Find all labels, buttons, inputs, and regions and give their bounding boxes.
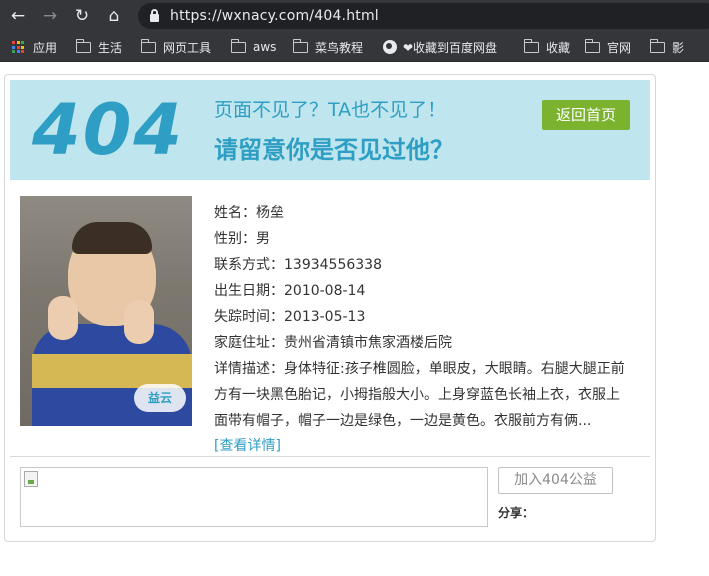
banner-subtitle: 页面不见了？TA也不见了！ xyxy=(214,99,447,121)
back-arrow-icon[interactable]: ← xyxy=(7,5,29,27)
home-icon[interactable]: ⌂ xyxy=(103,5,125,27)
info-contact: 联系方式：13934556338 xyxy=(214,257,382,273)
broken-image xyxy=(20,467,488,527)
info-name: 姓名：杨垒 xyxy=(214,205,284,221)
url-text[interactable]: https://wxnacy.com/404.html xyxy=(170,6,379,26)
bookmark-favorites[interactable]: 收藏 xyxy=(523,32,571,62)
bookmark-movie[interactable]: 影 xyxy=(649,32,685,62)
bookmark-web-tools[interactable]: 网页工具 xyxy=(140,32,212,62)
view-details-link[interactable]: [查看详情] xyxy=(214,436,281,456)
folder-icon xyxy=(75,38,91,53)
bookmark-label: 应用 xyxy=(33,40,58,55)
bookmark-label: 收藏 xyxy=(546,40,571,55)
forward-arrow-icon[interactable]: → xyxy=(39,5,61,27)
bookmark-label: 影 xyxy=(672,40,685,55)
folder-icon xyxy=(292,38,308,53)
broken-image-icon xyxy=(24,471,38,487)
bookmarks-bar: 应用 生活 网页工具 aws 菜鸟教程 ❤收藏到百度网盘 收藏 官网 影 xyxy=(0,32,709,62)
address-bar[interactable]: https://wxnacy.com/404.html xyxy=(138,3,709,29)
bookmark-aws[interactable]: aws xyxy=(230,32,277,62)
folder-icon xyxy=(523,38,539,53)
person-info: 姓名：杨垒 性别：男 联系方式：13934556338 出生日期：2010-08… xyxy=(214,200,634,434)
bookmark-apps[interactable]: 应用 xyxy=(12,32,57,62)
bookmark-label: aws xyxy=(253,40,277,54)
info-birth-date: 出生日期：2010-08-14 xyxy=(214,283,366,299)
bookmark-label: 网页工具 xyxy=(163,40,212,55)
bookmark-baidu-pan[interactable]: ❤收藏到百度网盘 xyxy=(383,32,497,62)
join-404-charity-button[interactable]: 加入404公益 xyxy=(498,467,613,494)
info-description-line: 方有一块黑色胎记，小拇指般大小。上身穿蓝色长袖上衣，衣服上 xyxy=(214,387,620,403)
bookmark-label: 生活 xyxy=(98,40,123,55)
folder-icon xyxy=(140,38,156,53)
folder-icon xyxy=(649,38,665,53)
info-missing-date: 失踪时间：2013-05-13 xyxy=(214,309,366,325)
folder-icon xyxy=(584,38,600,53)
bookmark-life[interactable]: 生活 xyxy=(75,32,123,62)
lock-icon xyxy=(150,9,159,22)
bookmark-runoob[interactable]: 菜鸟教程 xyxy=(292,32,364,62)
bookmark-label: 官网 xyxy=(607,40,632,55)
info-description-line: 详情描述：身体特征:孩子椎圆脸，单眼皮，大眼睛。右腿大腿正前 xyxy=(214,361,625,377)
apps-icon xyxy=(12,41,24,53)
banner-title: 请留意你是否见过他？ xyxy=(214,136,454,164)
browser-toolbar: ← → ↻ ⌂ https://wxnacy.com/404.html xyxy=(0,0,709,32)
error-code: 404 xyxy=(32,89,185,171)
share-label: 分享： xyxy=(498,506,535,520)
return-home-button[interactable]: 返回首页 xyxy=(542,100,630,130)
bookmark-label: 菜鸟教程 xyxy=(315,40,364,55)
globe-icon xyxy=(383,40,397,54)
info-address: 家庭住址：贵州省清镇市焦家酒楼后院 xyxy=(214,335,452,351)
folder-icon xyxy=(230,38,246,53)
banner: 404 页面不见了？TA也不见了！ 请留意你是否见过他？ 返回首页 xyxy=(10,80,650,180)
divider xyxy=(10,456,650,457)
missing-child-photo: 益云 xyxy=(20,196,192,426)
bookmark-official[interactable]: 官网 xyxy=(584,32,632,62)
bookmark-label: ❤收藏到百度网盘 xyxy=(403,40,498,55)
info-description-line: 面带有帽子，帽子一边是绿色，一边是黄色。衣服前方有俩... xyxy=(214,413,592,429)
reload-icon[interactable]: ↻ xyxy=(71,5,93,27)
info-gender: 性别：男 xyxy=(214,231,270,247)
watermark-logo: 益云 xyxy=(134,384,186,412)
